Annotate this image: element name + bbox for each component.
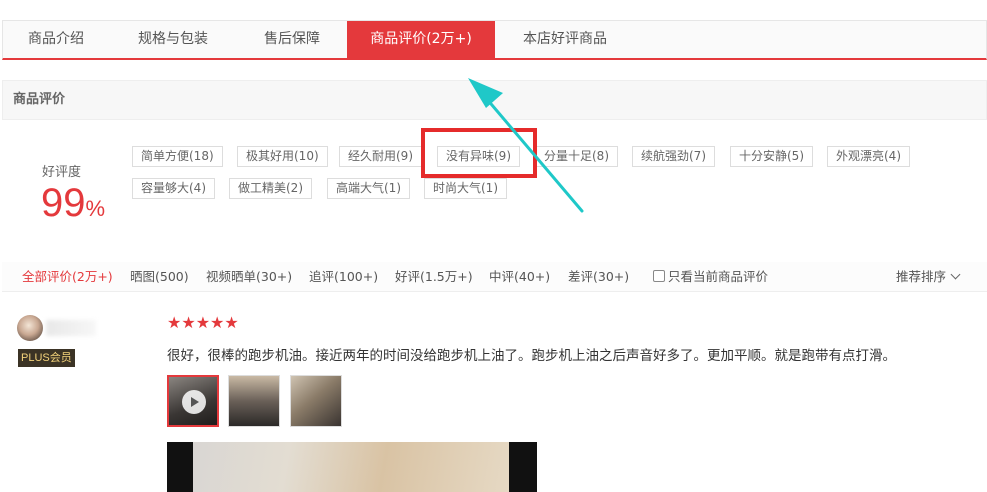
only-current-checkbox[interactable] bbox=[653, 270, 665, 282]
good-rate-label: 好评度 bbox=[42, 165, 82, 180]
username-blurred bbox=[46, 320, 96, 336]
tag-high-end[interactable]: 高端大气(1) bbox=[327, 178, 410, 199]
video-frame bbox=[193, 442, 509, 492]
good-rate-value: 99% bbox=[41, 180, 105, 232]
sort-label: 推荐排序 bbox=[896, 269, 947, 284]
filter-follow-up[interactable]: 追评(100+) bbox=[309, 262, 378, 292]
tag-no-odor[interactable]: 没有异味(9) bbox=[437, 146, 520, 167]
tag-ample-quantity[interactable]: 分量十足(8) bbox=[535, 146, 618, 167]
good-rate-number: 99 bbox=[41, 181, 86, 225]
review-thumbnail-photo-2[interactable] bbox=[290, 375, 342, 427]
tab-reviews[interactable]: 商品评价(2万+) bbox=[347, 21, 495, 58]
tag-large-capacity[interactable]: 容量够大(4) bbox=[132, 178, 215, 199]
tag-very-useful[interactable]: 极其好用(10) bbox=[237, 146, 328, 167]
chevron-down-icon bbox=[950, 269, 961, 280]
only-current-product-label[interactable]: 只看当前商品评价 bbox=[668, 262, 768, 292]
review-thumbnail-photo-1[interactable] bbox=[228, 375, 280, 427]
tag-fashionable[interactable]: 时尚大气(1) bbox=[424, 178, 507, 199]
tag-durable[interactable]: 经久耐用(9) bbox=[339, 146, 422, 167]
annotation-arrow bbox=[468, 78, 584, 213]
plus-member-badge: PLUS会员 bbox=[18, 349, 75, 367]
tab-product-intro[interactable]: 商品介绍 bbox=[3, 21, 109, 58]
tab-store-top-products[interactable]: 本店好评商品 bbox=[495, 21, 635, 58]
product-tab-bar: 商品介绍 规格与包装 售后保障 商品评价(2万+) 本店好评商品 bbox=[2, 20, 987, 60]
filter-with-photos[interactable]: 晒图(500) bbox=[130, 262, 189, 292]
filter-video-reviews[interactable]: 视频晒单(30+) bbox=[206, 262, 292, 292]
sort-dropdown[interactable]: 推荐排序 bbox=[896, 262, 961, 292]
good-rate-unit: % bbox=[85, 196, 106, 221]
tab-specs-packaging[interactable]: 规格与包装 bbox=[109, 21, 237, 58]
tag-nice-looking[interactable]: 外观漂亮(4) bbox=[827, 146, 910, 167]
tag-very-quiet[interactable]: 十分安静(5) bbox=[730, 146, 813, 167]
photo-thumbnail-image bbox=[229, 376, 279, 426]
filter-negative[interactable]: 差评(30+) bbox=[568, 262, 629, 292]
play-icon bbox=[182, 390, 206, 414]
tag-simple-convenient[interactable]: 简单方便(18) bbox=[132, 146, 223, 167]
review-text: 很好，很棒的跑步机油。接近两年的时间没给跑步机上油了。跑步机上油之后声音好多了。… bbox=[167, 348, 896, 364]
star-rating: ★★★★★ bbox=[167, 313, 239, 332]
review-filter-bar: 全部评价(2万+) 晒图(500) 视频晒单(30+) 追评(100+) 好评(… bbox=[2, 262, 987, 292]
tag-strong-battery[interactable]: 续航强劲(7) bbox=[632, 146, 715, 167]
review-thumbnail-video[interactable] bbox=[167, 375, 219, 427]
tab-after-sales[interactable]: 售后保障 bbox=[237, 21, 347, 58]
filter-all-reviews[interactable]: 全部评价(2万+) bbox=[22, 262, 113, 292]
tag-fine-workmanship[interactable]: 做工精美(2) bbox=[229, 178, 312, 199]
filter-positive[interactable]: 好评(1.5万+) bbox=[395, 262, 473, 292]
reviews-section-title: 商品评价 bbox=[2, 80, 987, 120]
photo-thumbnail-image bbox=[291, 376, 341, 426]
avatar bbox=[17, 315, 43, 341]
filter-neutral[interactable]: 中评(40+) bbox=[489, 262, 550, 292]
review-video-player[interactable] bbox=[167, 442, 537, 492]
